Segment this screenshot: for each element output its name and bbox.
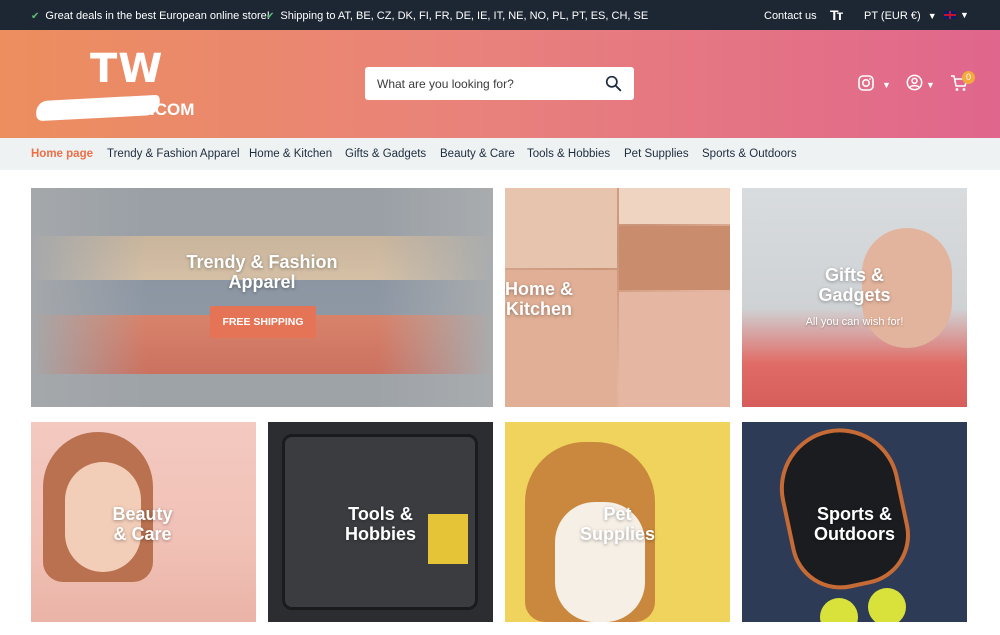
tile-image-tennis-ball (820, 598, 858, 622)
tile-title: Beauty & Care (112, 504, 173, 544)
announcement-shipping-text: Shipping to AT, BE, CZ, DK, FI, FR, DE, … (280, 10, 649, 22)
tile-image-sweater (31, 188, 493, 407)
nav-item-pet-supplies[interactable]: Pet Supplies (624, 148, 689, 160)
tile-title: Home & Kitchen (505, 279, 574, 319)
tile-title: Sports & Outdoors (814, 504, 895, 544)
nav-item-home-page[interactable]: Home page (31, 148, 93, 160)
tile-image-wood-slab (505, 188, 617, 268)
store-logo[interactable]: TW .COM (34, 46, 204, 122)
announcement-shipping: ✔ Shipping to AT, BE, CZ, DK, FI, FR, DE… (266, 10, 648, 22)
chevron-down-icon[interactable]: ▼ (926, 80, 935, 90)
check-icon: ✔ (31, 10, 40, 22)
uk-flag-icon[interactable] (944, 11, 956, 19)
category-tile-trendy-fashion-apparel[interactable]: Trendy & Fashion Apparel FREE SHIPPING (31, 188, 493, 407)
search-bar (365, 67, 634, 100)
tile-image-wood-candles (619, 226, 730, 290)
search-input[interactable] (365, 67, 595, 100)
nav-item-trendy-fashion-apparel[interactable]: Trendy & Fashion Apparel (107, 148, 240, 160)
nav-item-sports-outdoors[interactable]: Sports & Outdoors (702, 148, 797, 160)
nav-item-beauty-care[interactable]: Beauty & Care (440, 148, 515, 160)
announcement-deals-text: Great deals in the best European online … (45, 10, 270, 22)
logo-redaction (35, 94, 161, 122)
chevron-down-icon[interactable]: ▼ (960, 10, 969, 20)
nav-item-home-kitchen[interactable]: Home & Kitchen (249, 148, 332, 160)
check-icon: ✔ (266, 10, 275, 22)
tile-image-candles (619, 188, 730, 224)
tile-title: Trendy & Fashion Apparel (186, 252, 338, 292)
tile-title: Gifts & Gadgets (818, 265, 891, 305)
category-tile-pet-supplies[interactable]: Pet Supplies (505, 422, 730, 622)
category-tile-beauty-care[interactable]: Beauty & Care (31, 422, 256, 622)
cart-count-badge: 0 (962, 71, 975, 84)
nav-item-tools-hobbies[interactable]: Tools & Hobbies (527, 148, 610, 160)
nav-item-gifts-gadgets[interactable]: Gifts & Gadgets (345, 148, 426, 160)
site-header: TW .COM ▼ ▼ 0 (0, 30, 1000, 138)
text-size-icon[interactable]: Tт (830, 7, 843, 23)
category-tile-sports-outdoors[interactable]: Sports & Outdoors (742, 422, 967, 622)
category-tile-tools-hobbies[interactable]: Tools & Hobbies (268, 422, 493, 622)
currency-selector[interactable]: PT (EUR €) ▼ (864, 10, 937, 22)
chevron-down-icon: ▼ (927, 11, 937, 21)
logo-mark: TW (90, 46, 164, 92)
category-tile-gifts-gadgets[interactable]: Gifts & Gadgets All you can wish for! (742, 188, 967, 407)
contact-us-link[interactable]: Contact us (764, 10, 817, 22)
account-icon[interactable] (906, 74, 923, 91)
tile-title: Pet Supplies (579, 504, 655, 544)
chevron-down-icon[interactable]: ▼ (882, 80, 891, 90)
free-shipping-button[interactable]: FREE SHIPPING (210, 306, 316, 338)
announcement-bar: ✔ Great deals in the best European onlin… (0, 0, 1000, 30)
currency-value: PT (EUR €) (864, 10, 921, 22)
main-navigation: Home page Trendy & Fashion Apparel Home … (0, 138, 1000, 170)
tile-title: Tools & Hobbies (344, 504, 416, 544)
tile-image-log-candle (619, 292, 730, 407)
category-tile-home-kitchen[interactable]: Home & Kitchen (505, 188, 730, 407)
logo-suffix: .COM (150, 100, 195, 119)
announcement-deals: ✔ Great deals in the best European onlin… (31, 10, 270, 22)
search-icon[interactable] (605, 75, 622, 92)
tile-subtitle: All you can wish for! (805, 316, 904, 328)
instagram-icon[interactable] (858, 75, 874, 91)
tile-image-tennis-ball (868, 588, 906, 622)
